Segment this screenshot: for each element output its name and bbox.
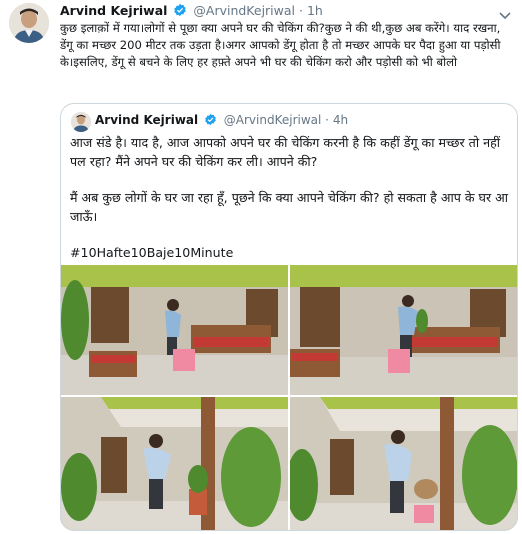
photo-1[interactable] xyxy=(61,265,288,395)
photo-4[interactable] xyxy=(290,397,517,530)
photo-2[interactable] xyxy=(290,265,517,395)
author-name[interactable]: Arvind Kejriwal xyxy=(60,3,167,18)
quoted-hashtag: #10Hafte10Baje10Minute xyxy=(70,245,234,260)
quoted-paragraph-1: आज संडे है। याद है, आज आपको अपने घर की च… xyxy=(70,135,501,169)
chevron-down-icon[interactable] xyxy=(498,6,512,20)
quoted-author-name: Arvind Kejriwal xyxy=(95,113,199,127)
quoted-header: Arvind Kejriwal @ArvindKejriwal · 4h xyxy=(95,113,348,127)
photo-3[interactable] xyxy=(61,397,288,530)
quoted-tweet-card[interactable]: Arvind Kejriwal @ArvindKejriwal · 4h आज … xyxy=(60,103,518,531)
tweet-time[interactable]: 1h xyxy=(307,3,323,18)
tweet-text: कुछ इलाक़ों में गया।लोगों से पूछा क्या अ… xyxy=(60,21,501,69)
author-avatar[interactable] xyxy=(9,3,49,43)
tweet-header: Arvind Kejriwal @ArvindKejriwal · 1h xyxy=(60,3,323,18)
verified-badge-icon xyxy=(173,3,187,17)
quoted-author-avatar xyxy=(71,112,91,132)
author-handle[interactable]: @ArvindKejriwal xyxy=(193,3,295,18)
verified-badge-icon xyxy=(204,113,218,127)
quoted-paragraph-2: मैं अब कुछ लोगों के घर जा रहा हूँ, पूछने… xyxy=(70,190,509,224)
quoted-author-handle: @ArvindKejriwal xyxy=(223,113,322,127)
photo-grid xyxy=(61,265,517,530)
quoted-text: आज संडे है। याद है, आज आपको अपने घर की च… xyxy=(70,134,510,281)
quoted-time: 4h xyxy=(332,113,349,127)
quoted-separator: · xyxy=(325,113,329,127)
header-separator: · xyxy=(299,3,303,18)
